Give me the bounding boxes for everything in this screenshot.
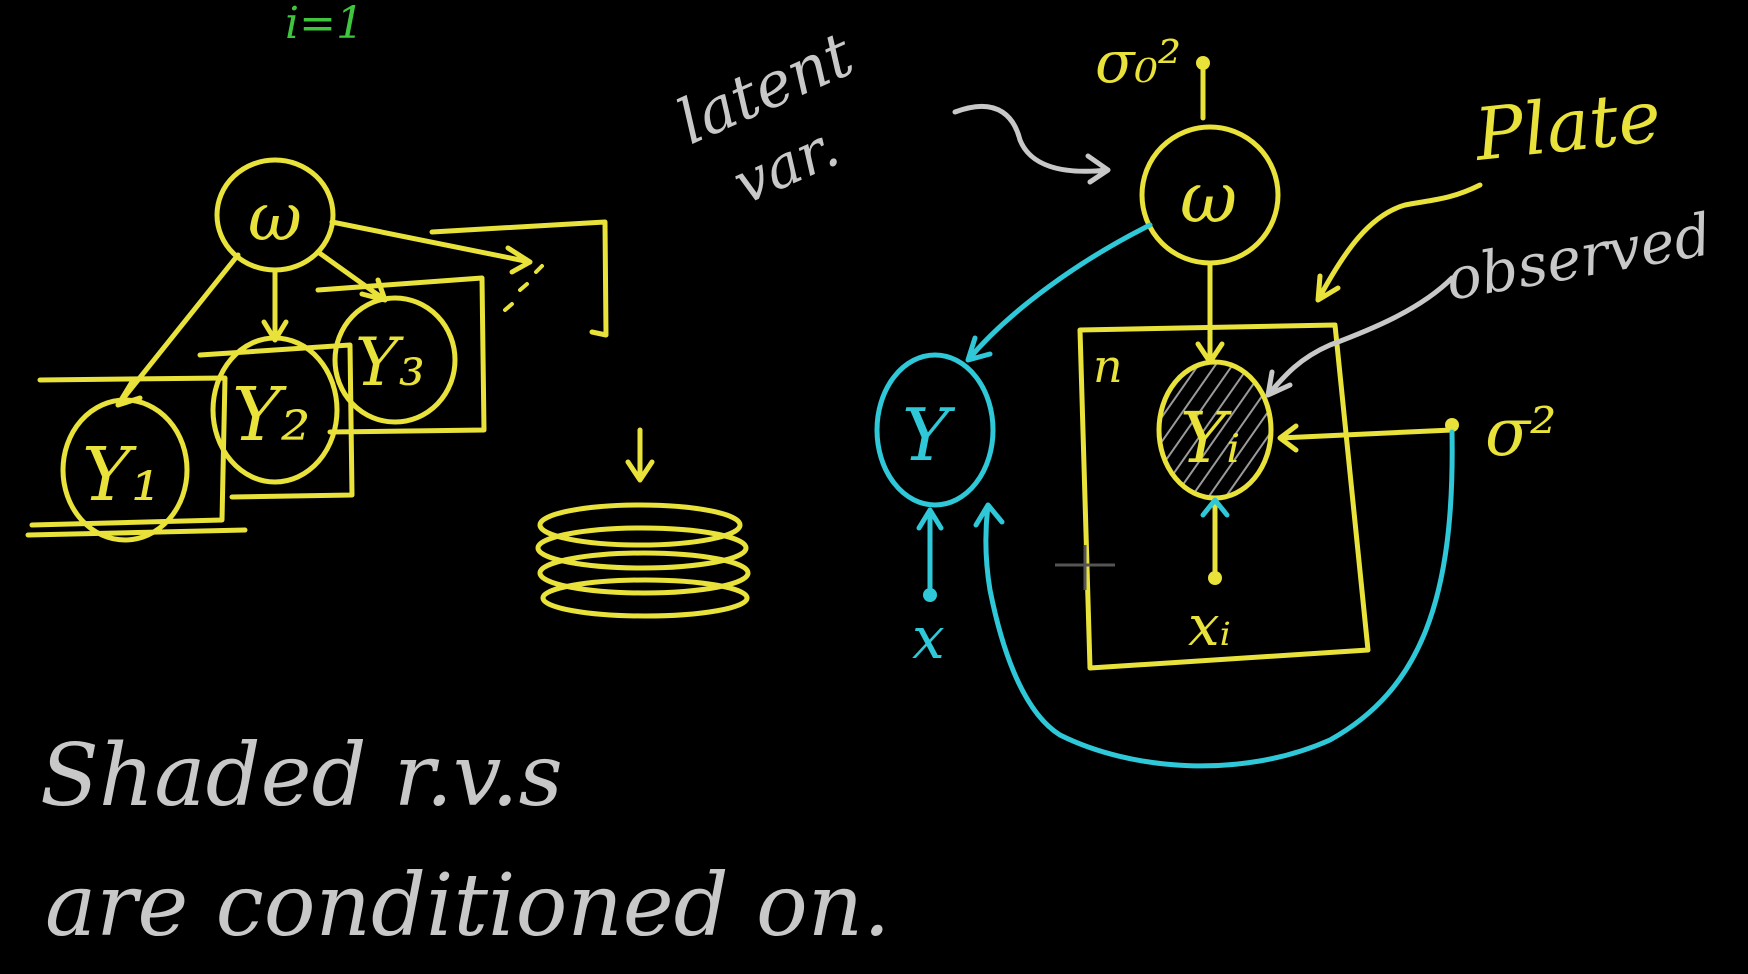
note: Shaded r.v.s are conditioned on. — [40, 726, 891, 956]
right-graph — [874, 56, 1459, 769]
x-label: x — [912, 604, 945, 672]
yi-label: Yᵢ — [1180, 397, 1240, 479]
cursor-crosshair — [1055, 545, 1115, 590]
left-w-label: ω — [248, 179, 302, 256]
sigma-label: σ² — [1485, 394, 1557, 471]
sigma0-label: σ₀² — [1095, 28, 1181, 96]
xi-label: xᵢ — [1188, 594, 1231, 659]
plate-stack-coil — [535, 502, 751, 619]
down-arrow — [625, 427, 655, 483]
note-line1: Shaded r.v.s — [40, 726, 563, 826]
edge-w-y — [965, 222, 1153, 363]
edge-x-y — [916, 507, 944, 593]
left-y1-label: Y₁ — [82, 432, 161, 518]
left-y2-label: Y₂ — [232, 372, 311, 458]
top-fragment-text: i=1 — [285, 0, 364, 49]
observed-arrow — [1265, 275, 1455, 398]
latent-arrow — [952, 103, 1111, 185]
left-edge-w-y2 — [261, 269, 289, 343]
edge-w-yi — [1195, 262, 1225, 365]
y-label: Y — [902, 393, 956, 477]
whiteboard-canvas: i=1 ω Y₁ Y₂ Y₃ latent var. σ₀² ω Yᵢ n xᵢ… — [25, 0, 1717, 956]
left-y3-label: Y₃ — [355, 324, 425, 401]
right-graph-labels: σ₀² ω Yᵢ n xᵢ σ² Y x — [902, 28, 1557, 672]
observed-text: observed — [1441, 200, 1717, 314]
left-edge-w-y3 — [315, 249, 388, 303]
right-w-label: ω — [1180, 157, 1237, 239]
note-line2: are conditioned on. — [45, 856, 891, 956]
edge-sigma-yi — [1277, 423, 1455, 453]
latent-annotation: latent var. — [666, 17, 1111, 218]
plate-n-label: n — [1093, 339, 1123, 393]
observed-annotation: observed — [1265, 200, 1717, 398]
plate-annotation-text: Plate — [1469, 74, 1665, 177]
